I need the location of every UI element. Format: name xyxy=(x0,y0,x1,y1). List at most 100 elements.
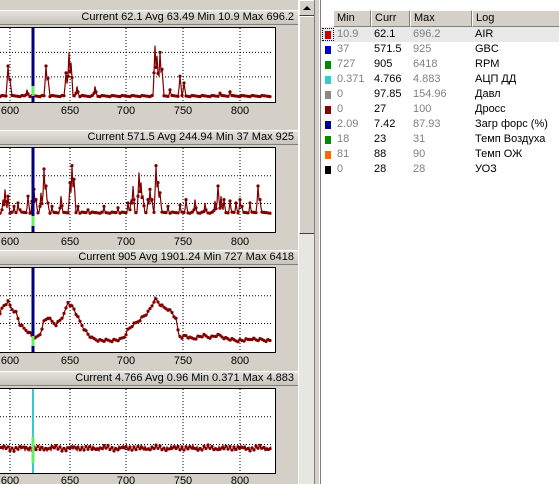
data-point xyxy=(54,324,58,328)
x-tick: 800 xyxy=(230,236,250,248)
x-tick: 600 xyxy=(0,475,20,484)
data-point xyxy=(234,201,238,205)
chart-header-adc: Current 4.766 Avg 0.96 Min 0.371 Max 4.8… xyxy=(0,371,298,386)
min-cell: 37 xyxy=(337,43,350,55)
chart-header-gbc: Current 571.5 Avg 244.94 Min 37 Max 925 xyxy=(0,130,298,145)
color-swatch xyxy=(325,46,331,54)
data-point xyxy=(176,211,180,215)
data-point xyxy=(62,94,66,98)
data-point xyxy=(88,445,92,449)
data-point xyxy=(104,446,108,450)
legend-row[interactable]: 0 97.85 154.96 Давл xyxy=(321,87,559,102)
data-point xyxy=(258,443,262,447)
data-point xyxy=(0,312,2,316)
legend-row[interactable]: 10.9 62.1 696.2 AIR xyxy=(321,27,559,42)
max-cell: 696.2 xyxy=(413,28,441,40)
data-point xyxy=(40,327,44,331)
legend-row[interactable]: 727 905 6418 RPM xyxy=(321,57,559,72)
data-point xyxy=(34,448,38,452)
data-point xyxy=(8,78,12,82)
data-point xyxy=(86,447,90,451)
legend-row[interactable]: 0 28 28 УОЗ xyxy=(321,162,559,177)
legend-row[interactable]: 81 88 90 Темп ОЖ xyxy=(321,147,559,162)
data-point xyxy=(20,323,24,327)
data-point xyxy=(128,445,132,449)
data-point xyxy=(40,445,44,449)
data-point xyxy=(134,447,138,452)
data-point xyxy=(82,448,86,452)
data-point xyxy=(226,94,230,98)
data-point xyxy=(78,319,82,323)
chart-plot-gbc[interactable] xyxy=(0,147,276,233)
data-point xyxy=(144,313,148,317)
scroll-thumb[interactable] xyxy=(299,16,315,234)
data-point xyxy=(154,65,158,69)
data-point xyxy=(16,201,20,205)
curr-cell: 23 xyxy=(374,133,387,145)
legend-row[interactable]: 2.09 7.42 87.93 Загр форс (%) xyxy=(321,117,559,132)
curr-cell: 27 xyxy=(374,103,387,115)
chart-plot-rpm[interactable] xyxy=(0,267,276,353)
legend-row[interactable]: 0.371 4.766 4.883 АЦП ДД xyxy=(321,72,559,87)
data-point xyxy=(84,444,88,449)
data-point xyxy=(122,335,126,340)
column-header-log[interactable]: Log xyxy=(472,10,559,27)
data-point xyxy=(232,445,236,449)
data-point xyxy=(216,94,220,98)
data-point xyxy=(152,447,156,451)
data-point xyxy=(68,181,72,185)
vertical-scrollbar[interactable] xyxy=(298,0,315,484)
x-tick: 750 xyxy=(173,105,193,117)
data-point xyxy=(200,448,204,452)
data-point xyxy=(6,299,10,303)
data-point xyxy=(258,198,262,202)
color-swatch xyxy=(325,106,331,114)
color-swatch xyxy=(325,136,331,144)
data-point xyxy=(256,446,260,450)
arrow-up-icon xyxy=(303,6,311,10)
x-tick: 650 xyxy=(60,236,80,248)
curr-cell: 97.85 xyxy=(374,88,402,100)
column-header-max[interactable]: Max xyxy=(410,10,472,27)
log-cell: GBC xyxy=(475,43,499,55)
data-point xyxy=(246,211,250,215)
legend-row[interactable]: 0 27 100 Дросс xyxy=(321,102,559,117)
x-tick: 650 xyxy=(60,105,80,117)
scroll-up-button[interactable] xyxy=(299,0,315,16)
chart-plot-air[interactable] xyxy=(0,27,276,103)
data-point xyxy=(28,331,32,335)
data-point xyxy=(168,308,172,312)
curr-cell: 28 xyxy=(374,163,387,175)
color-swatch xyxy=(325,61,331,69)
data-point xyxy=(156,446,160,450)
air-series xyxy=(0,28,272,102)
data-point xyxy=(180,445,184,449)
data-point xyxy=(226,211,230,215)
data-point xyxy=(220,204,224,208)
chart-plot-adc[interactable] xyxy=(0,388,276,474)
data-point xyxy=(4,200,8,204)
data-point xyxy=(126,201,130,205)
max-cell: 87.93 xyxy=(413,118,441,130)
data-point xyxy=(228,444,232,449)
log-cell: УОЗ xyxy=(475,163,497,175)
data-point xyxy=(178,74,182,78)
x-tick: 650 xyxy=(60,475,80,484)
data-point xyxy=(80,323,84,328)
data-point xyxy=(154,297,158,301)
data-point xyxy=(10,307,14,312)
legend-row[interactable]: 18 23 31 Темп Воздуха xyxy=(321,132,559,147)
data-point xyxy=(14,211,18,215)
color-swatch xyxy=(325,91,331,99)
column-header-curr[interactable]: Curr xyxy=(371,10,410,27)
legend-row[interactable]: 37 571.5 925 GBC xyxy=(321,42,559,57)
data-point xyxy=(46,201,50,205)
x-tick: 650 xyxy=(60,355,80,367)
data-point xyxy=(62,311,66,315)
data-point xyxy=(42,94,46,98)
column-header-min[interactable]: Min xyxy=(333,10,371,27)
data-point xyxy=(178,203,182,207)
data-point xyxy=(0,306,4,310)
color-swatch xyxy=(325,121,331,129)
log-cell: RPM xyxy=(475,58,500,70)
